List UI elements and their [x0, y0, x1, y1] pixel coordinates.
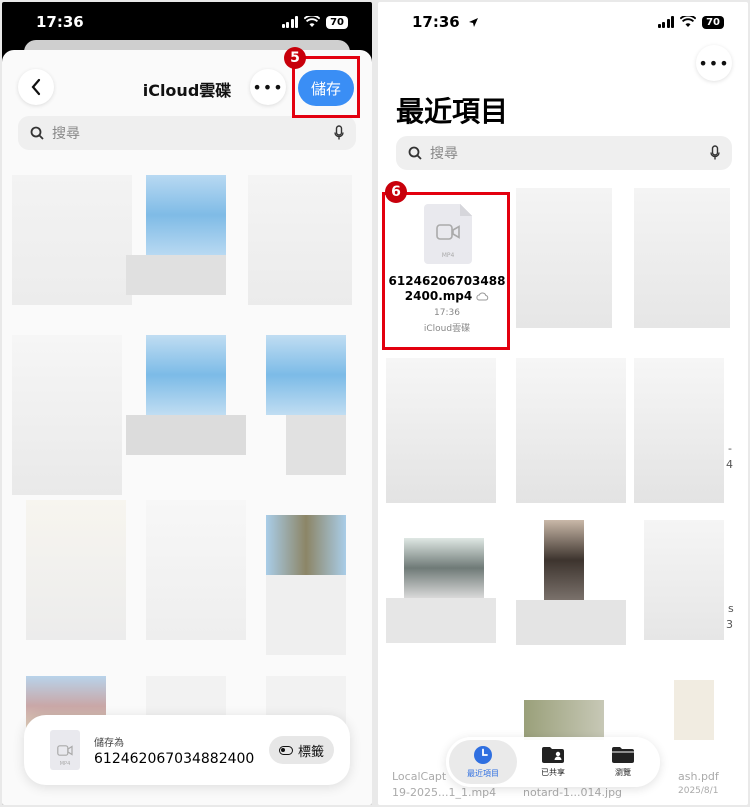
blurred-file-tile[interactable] — [26, 500, 126, 640]
tab-bar: 最近項目 已共享 瀏覽 — [446, 737, 660, 787]
blurred-file-tile[interactable] — [634, 188, 730, 328]
blurred-file-tile[interactable] — [674, 680, 714, 740]
blurred-file-tile[interactable] — [386, 358, 496, 503]
signal-icon — [657, 16, 675, 28]
shared-folder-icon — [542, 747, 564, 763]
blurred-file-tile[interactable] — [524, 700, 604, 740]
location-arrow-icon — [468, 18, 478, 27]
tab-label: 瀏覽 — [615, 768, 631, 777]
search-icon — [30, 126, 44, 140]
tab-recents[interactable]: 最近項目 — [449, 740, 517, 784]
blurred-file-tile[interactable] — [516, 188, 612, 328]
blurred-file-tile[interactable] — [516, 600, 626, 645]
status-time: 17:36 — [412, 13, 460, 31]
tags-button[interactable]: 標籤 — [268, 736, 334, 764]
blurred-file-tile[interactable] — [12, 175, 132, 305]
blurred-file-tile[interactable] — [404, 538, 484, 598]
blurred-file-tile[interactable] — [644, 520, 724, 640]
signal-icon — [281, 16, 299, 28]
tab-label: 已共享 — [541, 768, 565, 777]
blurred-file-tile[interactable] — [12, 335, 122, 495]
file-label-partial: - — [728, 442, 732, 455]
battery-icon: 70 — [326, 15, 348, 29]
tags-label: 標籤 — [297, 744, 324, 760]
blurred-file-tile[interactable] — [544, 520, 584, 600]
blurred-file-tile[interactable] — [126, 255, 226, 295]
search-icon — [408, 146, 422, 160]
more-button[interactable]: ••• — [696, 45, 732, 81]
microphone-icon[interactable] — [334, 125, 344, 141]
blurred-file-tile[interactable] — [516, 358, 626, 503]
blurred-file-tile[interactable] — [386, 598, 496, 643]
file-label-partial: LocalCapt — [392, 770, 447, 783]
status-bar: 17:36 70 — [2, 2, 372, 42]
filename-field[interactable]: 612462067034882400 — [94, 751, 255, 767]
search-placeholder: 搜尋 — [52, 126, 80, 142]
blurred-file-tile[interactable] — [634, 358, 724, 503]
blurred-file-tile[interactable] — [266, 575, 346, 655]
annotation-badge-5: 5 — [284, 47, 306, 69]
left-screen: 17:36 70 iCloud雲碟 ••• 儲存 搜尋 MP4 儲存為 6124… — [2, 2, 372, 805]
file-label-partial: 3 — [726, 618, 733, 631]
ellipsis-icon: ••• — [698, 53, 730, 73]
blurred-file-tile[interactable] — [266, 515, 346, 575]
save-sheet: iCloud雲碟 ••• 儲存 搜尋 MP4 儲存為 6124620670348… — [2, 50, 372, 805]
more-button[interactable]: ••• — [250, 69, 286, 105]
blurred-file-tile[interactable] — [146, 175, 226, 255]
folder-icon — [612, 747, 634, 763]
annotation-badge-6: 6 — [385, 181, 407, 203]
tab-label: 最近項目 — [467, 769, 499, 778]
file-label-partial: 19-2025...1_1.mp4 — [392, 786, 497, 799]
tab-browse[interactable]: 瀏覽 — [589, 740, 657, 784]
blurred-file-tile[interactable] — [126, 415, 246, 455]
status-bar: 17:36 70 — [378, 2, 748, 42]
file-label-partial: s — [728, 602, 734, 615]
blurred-file-tile[interactable] — [286, 415, 346, 475]
clock-icon — [474, 746, 492, 764]
video-camera-icon — [57, 744, 73, 756]
search-placeholder: 搜尋 — [430, 146, 458, 162]
file-label-partial: ash.pdf — [678, 770, 719, 783]
search-field[interactable]: 搜尋 — [396, 136, 732, 170]
wifi-icon — [680, 16, 697, 27]
file-thumbnail: MP4 — [50, 730, 80, 770]
tab-shared[interactable]: 已共享 — [519, 740, 587, 784]
tag-icon — [278, 745, 293, 755]
file-label-partial: notard-1...014.jpg — [523, 786, 623, 799]
wifi-icon — [304, 16, 321, 27]
ellipsis-icon: ••• — [252, 77, 284, 97]
file-label-partial: 4 — [726, 458, 733, 471]
annotation-highlight-6 — [382, 192, 510, 350]
blurred-file-tile[interactable] — [266, 335, 346, 415]
file-ext-label: MP4 — [59, 761, 71, 767]
battery-icon: 70 — [702, 15, 724, 29]
save-as-bar: MP4 儲存為 612462067034882400 標籤 — [24, 715, 350, 785]
blurred-file-tile[interactable] — [248, 175, 352, 305]
status-time: 17:36 — [36, 13, 84, 31]
blurred-file-tile[interactable] — [146, 500, 246, 640]
page-title: 最近項目 — [396, 95, 509, 128]
search-field[interactable]: 搜尋 — [18, 116, 356, 150]
save-as-label: 儲存為 — [94, 737, 124, 749]
blurred-file-tile[interactable] — [146, 335, 226, 415]
file-label-partial: 2025/8/1 — [678, 786, 719, 796]
microphone-icon[interactable] — [710, 145, 720, 161]
right-screen: 17:36 70 ••• 最近項目 搜尋 MP4 61246206703488 … — [378, 2, 748, 805]
